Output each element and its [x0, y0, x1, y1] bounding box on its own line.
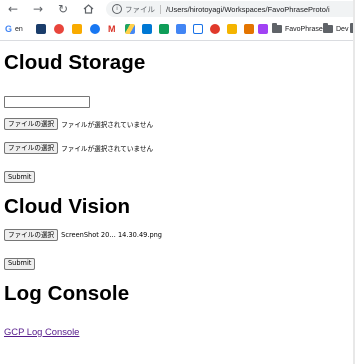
- bookmark-outlook[interactable]: [142, 24, 152, 34]
- forward-icon[interactable]: →: [31, 2, 45, 16]
- folder-label: Dev: [336, 25, 349, 33]
- grammar-icon: [54, 24, 64, 34]
- folder-icon: [323, 23, 333, 33]
- calendar-icon: [193, 24, 203, 34]
- bookmark-mail[interactable]: [244, 24, 254, 34]
- drive-icon: [125, 24, 135, 34]
- bookmark-icon: [227, 24, 237, 34]
- bookmark-translate[interactable]: [210, 24, 220, 34]
- translate-icon: [210, 24, 220, 34]
- gmail-icon: M: [108, 24, 116, 34]
- bookmark-blog[interactable]: [72, 24, 82, 34]
- browser-toolbar: ← → ↻ i ファイル /Users/hirotoyagi/Workspace…: [0, 0, 355, 18]
- facebook-icon: [90, 24, 100, 34]
- address-separator: [160, 4, 161, 14]
- cloud-storage-heading: Cloud Storage: [4, 51, 146, 74]
- choose-file-button[interactable]: ファイルの選択: [4, 229, 59, 242]
- sheets-icon: [159, 24, 169, 34]
- storage-submit-button[interactable]: Submit: [4, 171, 36, 184]
- bookmark-sheets[interactable]: [159, 24, 169, 34]
- address-scheme: ファイル: [125, 4, 155, 14]
- bookmark-folder-dev[interactable]: Dev: [323, 23, 349, 34]
- bookmark-keep[interactable]: [227, 24, 237, 34]
- docs-icon: [176, 24, 186, 34]
- folder-icon: [272, 23, 282, 33]
- vision-file-input: ファイルの選択 ScreenShot 20… 14.30.49.png: [4, 228, 354, 242]
- bookmark-folder-favophrase[interactable]: FavoPhrase: [272, 23, 323, 34]
- file-status: ファイルが選択されていません: [61, 145, 154, 153]
- bookmark-google-translate[interactable]: G en: [5, 24, 23, 34]
- bookmark-facebook[interactable]: [90, 24, 100, 34]
- blog-icon: [72, 24, 82, 34]
- bookmark-gmail[interactable]: M: [108, 24, 118, 34]
- file-status: ファイルが選択されていません: [61, 121, 154, 129]
- storage-text-input[interactable]: [4, 95, 90, 108]
- outlook-icon: [142, 24, 152, 34]
- choose-file-button[interactable]: ファイルの選択: [4, 118, 59, 130]
- folder-label: FavoPhrase: [285, 25, 323, 33]
- page-content: Cloud Storage ファイルの選択 ファイルが選択されていません ファイ…: [4, 41, 354, 339]
- dictionary-icon: [36, 24, 46, 34]
- bookmark-label: en: [15, 25, 23, 33]
- bookmark-dictionary[interactable]: [36, 24, 46, 34]
- bookmark-calendar[interactable]: [193, 24, 203, 34]
- file-status: ScreenShot 20… 14.30.49.png: [61, 231, 162, 240]
- bookmark-docs[interactable]: [176, 24, 186, 34]
- vision-submit-button[interactable]: Submit: [4, 257, 36, 270]
- address-bar[interactable]: i ファイル /Users/hirotoyagi/Workspaces/Favo…: [106, 1, 355, 17]
- cloud-vision-heading: Cloud Vision: [4, 195, 131, 219]
- bookmark-grammar[interactable]: [54, 24, 64, 34]
- bookmark-drive[interactable]: [125, 24, 135, 34]
- info-icon[interactable]: i: [112, 4, 122, 14]
- gcp-log-console-link[interactable]: GCP Log Console: [4, 326, 79, 337]
- google-icon: G: [5, 24, 13, 34]
- bookmarks-bar: G en M FavoPhrase Dev gu: [0, 18, 355, 41]
- home-icon[interactable]: [81, 2, 95, 16]
- storage-file-input-1: ファイルの選択 ファイルが選択されていません: [4, 117, 354, 131]
- storage-file-input-2: ファイルの選択 ファイルが選択されていません: [4, 141, 354, 155]
- address-path: /Users/hirotoyagi/Workspaces/FavoPhraseP…: [166, 4, 330, 14]
- choose-file-button[interactable]: ファイルの選択: [4, 142, 59, 154]
- log-console-heading: Log Console: [4, 281, 130, 305]
- mail-icon: [244, 24, 254, 34]
- reload-icon[interactable]: ↻: [56, 2, 70, 16]
- notes-icon: [258, 24, 268, 34]
- back-icon[interactable]: ←: [6, 2, 20, 16]
- bookmark-notes[interactable]: [258, 24, 268, 34]
